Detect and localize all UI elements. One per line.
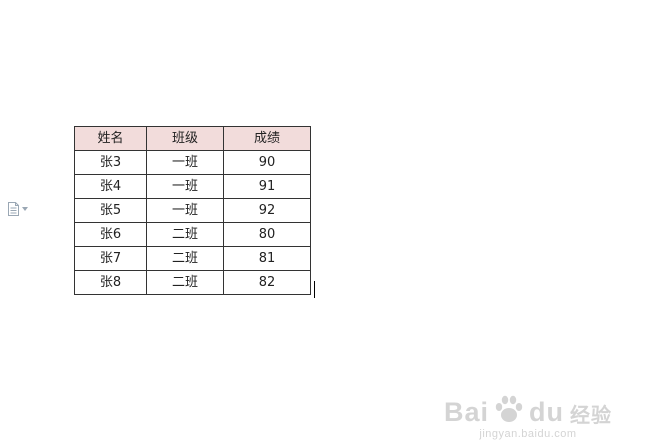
table-cell-name[interactable]: 张4 <box>74 174 147 199</box>
table-cell-score[interactable]: 82 <box>223 270 311 295</box>
table-cell-class[interactable]: 二班 <box>146 270 224 295</box>
table-cell-class[interactable]: 二班 <box>146 246 224 271</box>
header-cell-name[interactable]: 姓名 <box>74 126 147 151</box>
table-cell-class[interactable]: 二班 <box>146 222 224 247</box>
table-row: 张3 一班 90 <box>74 150 311 175</box>
watermark-logo: Bai du 经验 <box>444 392 612 428</box>
paste-options-button[interactable] <box>8 201 36 217</box>
table-cell-score[interactable]: 92 <box>223 198 311 223</box>
text-cursor <box>314 281 315 298</box>
watermark-brand-right: du <box>529 397 564 427</box>
table-cell-name[interactable]: 张7 <box>74 246 147 271</box>
table-cell-name[interactable]: 张8 <box>74 270 147 295</box>
header-cell-class[interactable]: 班级 <box>146 126 224 151</box>
watermark-sub: 经验 <box>570 405 612 427</box>
table-cell-class[interactable]: 一班 <box>146 174 224 199</box>
table-cell-score[interactable]: 80 <box>223 222 311 247</box>
watermark-url: jingyan.baidu.com <box>479 428 577 440</box>
table-cell-class[interactable]: 一班 <box>146 198 224 223</box>
table-row: 张5 一班 92 <box>74 198 311 223</box>
watermark-brand-left: Bai <box>443 397 489 427</box>
table-cell-score[interactable]: 81 <box>223 246 311 271</box>
table-header-row: 姓名 班级 成绩 <box>74 126 311 151</box>
table-cell-name[interactable]: 张6 <box>74 222 147 247</box>
table-row: 张4 一班 91 <box>74 174 311 199</box>
table-row: 张6 二班 80 <box>74 222 311 247</box>
table-row: 张8 二班 82 <box>74 270 311 295</box>
table-cell-class[interactable]: 一班 <box>146 150 224 175</box>
table-cell-score[interactable]: 91 <box>223 174 311 199</box>
header-cell-score[interactable]: 成绩 <box>223 126 311 151</box>
chevron-down-icon <box>22 207 28 211</box>
table-cell-name[interactable]: 张3 <box>74 150 147 175</box>
table-row: 张7 二班 81 <box>74 246 311 271</box>
watermark: Bai du 经验 jingyan.baidu.com <box>444 392 612 440</box>
table-cell-score[interactable]: 90 <box>223 150 311 175</box>
document-icon <box>8 202 19 216</box>
table-cell-name[interactable]: 张5 <box>74 198 147 223</box>
score-table[interactable]: 姓名 班级 成绩 张3 一班 90 张4 一班 91 张5 一班 92 张6 二… <box>74 126 311 295</box>
paw-icon <box>495 395 523 422</box>
